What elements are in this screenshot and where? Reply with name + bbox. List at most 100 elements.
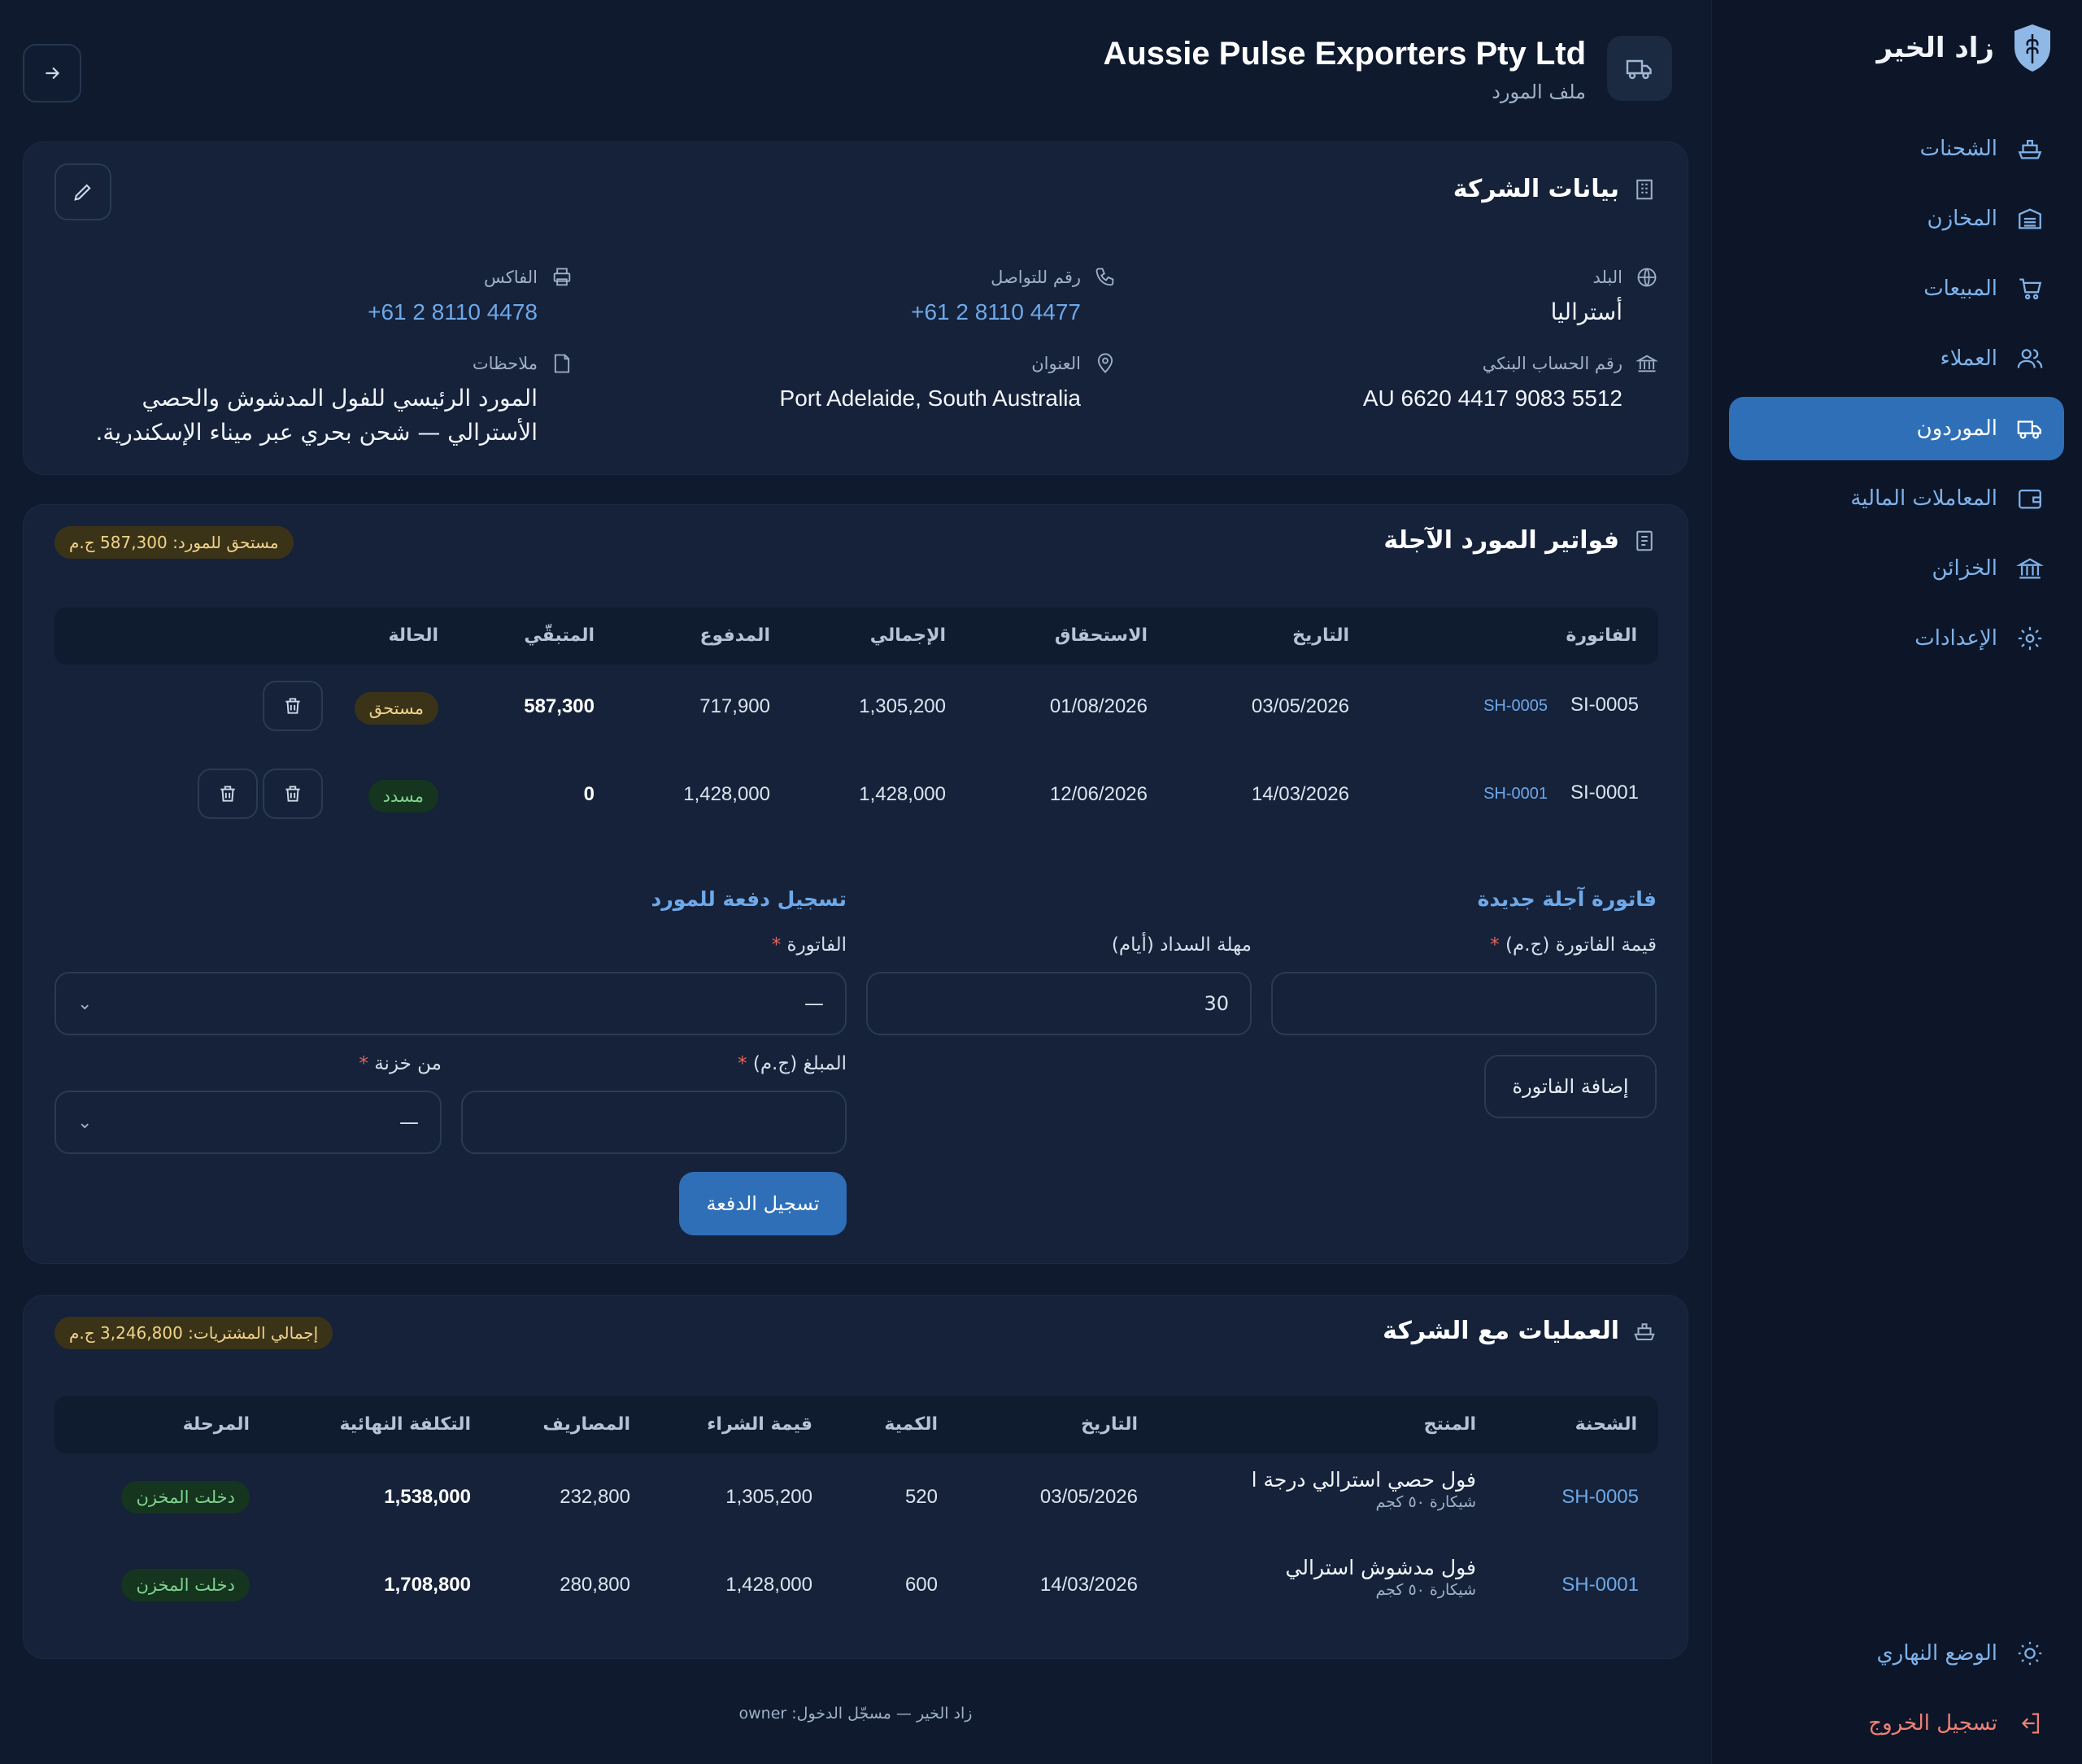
operation-purchase: 1,305,200	[725, 1486, 812, 1508]
footer: زاد الخير — مسجّل الدخول: owner	[738, 1705, 973, 1723]
notes-line: الأسترالي — شحن بحري عبر ميناء الإسكندري…	[95, 419, 538, 446]
operation-purchase: 1,428,000	[725, 1574, 812, 1596]
notes-field: ملاحظات المورد الرئيسي للفول المدشوش وال…	[69, 352, 573, 450]
product-cell: فول حصي استرالي درجة ا شيكارة ٥٠ كجم	[1252, 1468, 1476, 1511]
address-field: العنوان Port Adelaide, South Australia	[629, 352, 1117, 416]
phone-label: رقم للتواصل	[991, 268, 1081, 287]
back-button[interactable]	[23, 44, 81, 102]
chevron-down-icon: ⌄	[77, 1112, 93, 1133]
sidebar-item-settings[interactable]: الإعدادات	[1729, 607, 2064, 670]
fax-field: الفاكس +61 2 8110 4478	[69, 266, 573, 329]
treasury-label: من خزنة *	[359, 1053, 442, 1074]
product-package: شيكارة ٥٠ كجم	[1375, 1581, 1476, 1599]
sun-icon	[2015, 1639, 2045, 1668]
operations-card: العمليات مع الشركة إجمالي المشتريات: 3,2…	[23, 1295, 1688, 1659]
delete-payment-button[interactable]	[198, 769, 258, 819]
sidebar-item-suppliers[interactable]: الموردون	[1729, 397, 2064, 460]
sidebar-item-sales[interactable]: المبيعات	[1729, 257, 2064, 320]
payment-term-input[interactable]: 30	[866, 972, 1252, 1035]
payment-amount-label: المبلغ (ج.م) *	[738, 1053, 847, 1074]
operation-expenses: 232,800	[560, 1486, 630, 1508]
sidebar-item-customers[interactable]: العملاء	[1729, 327, 2064, 390]
treasury-select[interactable]: — ⌄	[54, 1091, 442, 1154]
sidebar-bottom: الوضع النهاري تسجيل الخروج	[1729, 1622, 2064, 1762]
invoice-date: 03/05/2026	[1251, 695, 1349, 717]
theme-toggle[interactable]: الوضع النهاري	[1729, 1622, 2064, 1685]
sidebar-item-treasuries[interactable]: الخزائن	[1729, 537, 2064, 600]
brand[interactable]: زاد الخير	[1877, 23, 2053, 73]
table-row: SI-0001 SH-0001 14/03/2026 12/06/2026 1,…	[54, 752, 1658, 834]
address-label: العنوان	[1031, 354, 1081, 373]
delete-button[interactable]	[263, 681, 323, 731]
sidebar-item-warehouses[interactable]: المخازن	[1729, 187, 2064, 250]
stage-badge: دخلت المخزن	[121, 1481, 250, 1514]
invoice-amount-label: قيمة الفاتورة (ج.م) *	[1490, 934, 1657, 956]
payment-invoice-label: الفاتورة *	[771, 934, 847, 956]
supplier-avatar	[1607, 36, 1672, 101]
invoices-card-title-text: فواتير المورد الآجلة	[1383, 526, 1619, 555]
col-status: الحالة	[388, 625, 438, 646]
sidebar-item-label: المخازن	[1927, 207, 1997, 231]
stage-badge: دخلت المخزن	[121, 1569, 250, 1601]
location-pin-icon	[1097, 353, 1113, 373]
invoice-due: 01/08/2026	[1049, 695, 1148, 717]
status-badge: مسدد	[368, 780, 438, 812]
page-subtitle: ملف المورد	[1492, 81, 1586, 103]
treasury-value: —	[399, 1111, 419, 1134]
receipt-icon	[1636, 530, 1653, 551]
phone-link[interactable]: +61 2 8110 4477	[629, 295, 1081, 329]
building-icon	[1636, 179, 1653, 199]
warehouse-icon	[2015, 204, 2045, 233]
shipment-link[interactable]: SH-0001	[1562, 1574, 1639, 1596]
note-icon	[554, 354, 570, 373]
submit-payment-button[interactable]: تسجيل الدفعة	[679, 1172, 847, 1235]
delete-button[interactable]	[263, 769, 323, 819]
product-name: فول حصي استرالي درجة ا	[1251, 1468, 1476, 1492]
invoice-amount-input[interactable]	[1271, 972, 1657, 1035]
payment-invoice-select[interactable]: — ⌄	[54, 972, 847, 1035]
shipment-link[interactable]: SH-0005	[1483, 697, 1548, 716]
invoice-remaining: 587,300	[524, 695, 595, 717]
page-header: Aussie Pulse Exporters Pty Ltd ملف المور…	[1103, 36, 1672, 103]
sidebar-item-shipments[interactable]: الشحنات	[1729, 117, 2064, 181]
shipment-link[interactable]: SH-0005	[1562, 1486, 1639, 1509]
sidebar-item-transactions[interactable]: المعاملات المالية	[1729, 467, 2064, 530]
add-invoice-button[interactable]: إضافة الفاتورة	[1484, 1055, 1657, 1118]
operation-final-cost: 1,538,000	[384, 1486, 471, 1508]
invoice-total: 1,305,200	[859, 695, 946, 717]
company-info-card: بيانات الشركة البلد أستراليا رقم للتواصل…	[23, 142, 1688, 475]
shipment-link[interactable]: SH-0001	[1483, 785, 1548, 804]
payment-invoice-value: —	[804, 992, 824, 1015]
sidebar-item-label: العملاء	[1940, 346, 1997, 371]
fax-link[interactable]: +61 2 8110 4478	[69, 295, 538, 329]
col-product: المنتج	[1423, 1414, 1476, 1435]
invoice-due: 12/06/2026	[1049, 783, 1148, 805]
operations-card-title-text: العمليات مع الشركة	[1383, 1317, 1619, 1345]
payment-title: تسجيل دفعة للمورد	[651, 887, 847, 911]
truck-icon	[1626, 59, 1652, 80]
table-row: SH-0001 فول مدشوش استرالي شيكارة ٥٠ كجم …	[54, 1541, 1658, 1622]
operations-table-header: الشحنة المنتج التاريخ الكمية قيمة الشراء…	[54, 1396, 1658, 1453]
operation-qty: 520	[904, 1486, 938, 1508]
company-card-title: بيانات الشركة	[1453, 175, 1657, 203]
edit-button[interactable]	[54, 163, 111, 220]
payment-amount-input[interactable]	[461, 1091, 847, 1154]
required-marker: *	[359, 1053, 368, 1074]
sidebar-item-label: المبيعات	[1923, 277, 1997, 301]
col-stage: المرحلة	[182, 1414, 250, 1435]
pencil-icon	[74, 184, 91, 201]
product-cell: فول مدشوش استرالي شيكارة ٥٠ كجم	[1286, 1556, 1476, 1599]
table-row: SH-0005 فول حصي استرالي درجة ا شيكارة ٥٠…	[54, 1453, 1658, 1535]
operation-date: 14/03/2026	[1039, 1574, 1138, 1596]
operation-final-cost: 1,708,800	[384, 1574, 471, 1596]
invoice-number: SI-0005	[1570, 694, 1639, 716]
notes-label: ملاحظات	[472, 354, 538, 373]
bank-label: رقم الحساب البنكي	[1482, 354, 1622, 373]
invoice-paid: 1,428,000	[683, 783, 770, 805]
cart-icon	[2015, 274, 2045, 303]
phone-icon	[1095, 268, 1114, 286]
invoice-remaining: 0	[583, 783, 595, 805]
trash-icon	[220, 786, 235, 802]
shield-wheat-icon	[2014, 24, 2050, 72]
logout-button[interactable]: تسجيل الخروج	[1729, 1692, 2064, 1755]
